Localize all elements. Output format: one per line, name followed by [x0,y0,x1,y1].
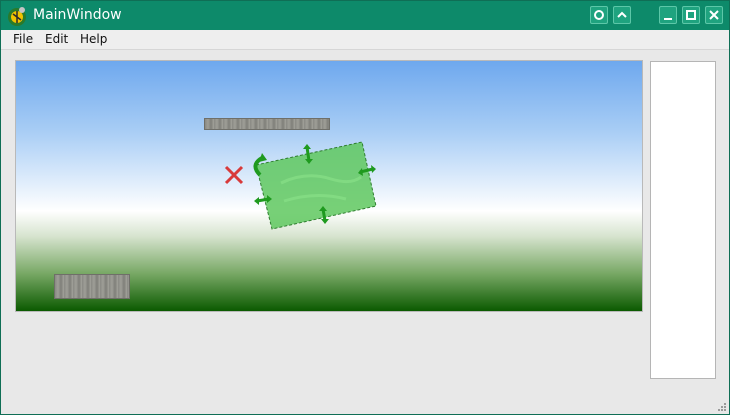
minimize-button[interactable] [659,6,677,24]
delete-x-icon[interactable] [224,165,244,185]
main-window: MainWindow File Edit Help [0,0,730,415]
selection-overlay [224,141,377,230]
menu-help[interactable]: Help [80,32,107,46]
window-title: MainWindow [33,7,122,23]
side-panel[interactable] [650,61,716,379]
maximize-icon [686,10,696,20]
selected-object[interactable] [255,141,377,230]
app-logo-icon [6,5,28,27]
minimize-icon [664,18,672,20]
shade-icon [617,11,627,18]
close-button[interactable] [705,6,723,24]
close-icon [709,10,719,20]
title-bar[interactable]: MainWindow [1,1,729,30]
pin-button[interactable] [590,6,608,24]
resize-grip-icon[interactable] [717,402,727,412]
shade-button[interactable] [613,6,631,24]
scene-canvas[interactable] [15,60,643,312]
pin-icon [594,10,604,20]
menu-bar: File Edit Help [1,30,729,50]
maximize-button[interactable] [682,6,700,24]
menu-edit[interactable]: Edit [45,32,68,46]
menu-file[interactable]: File [13,32,33,46]
